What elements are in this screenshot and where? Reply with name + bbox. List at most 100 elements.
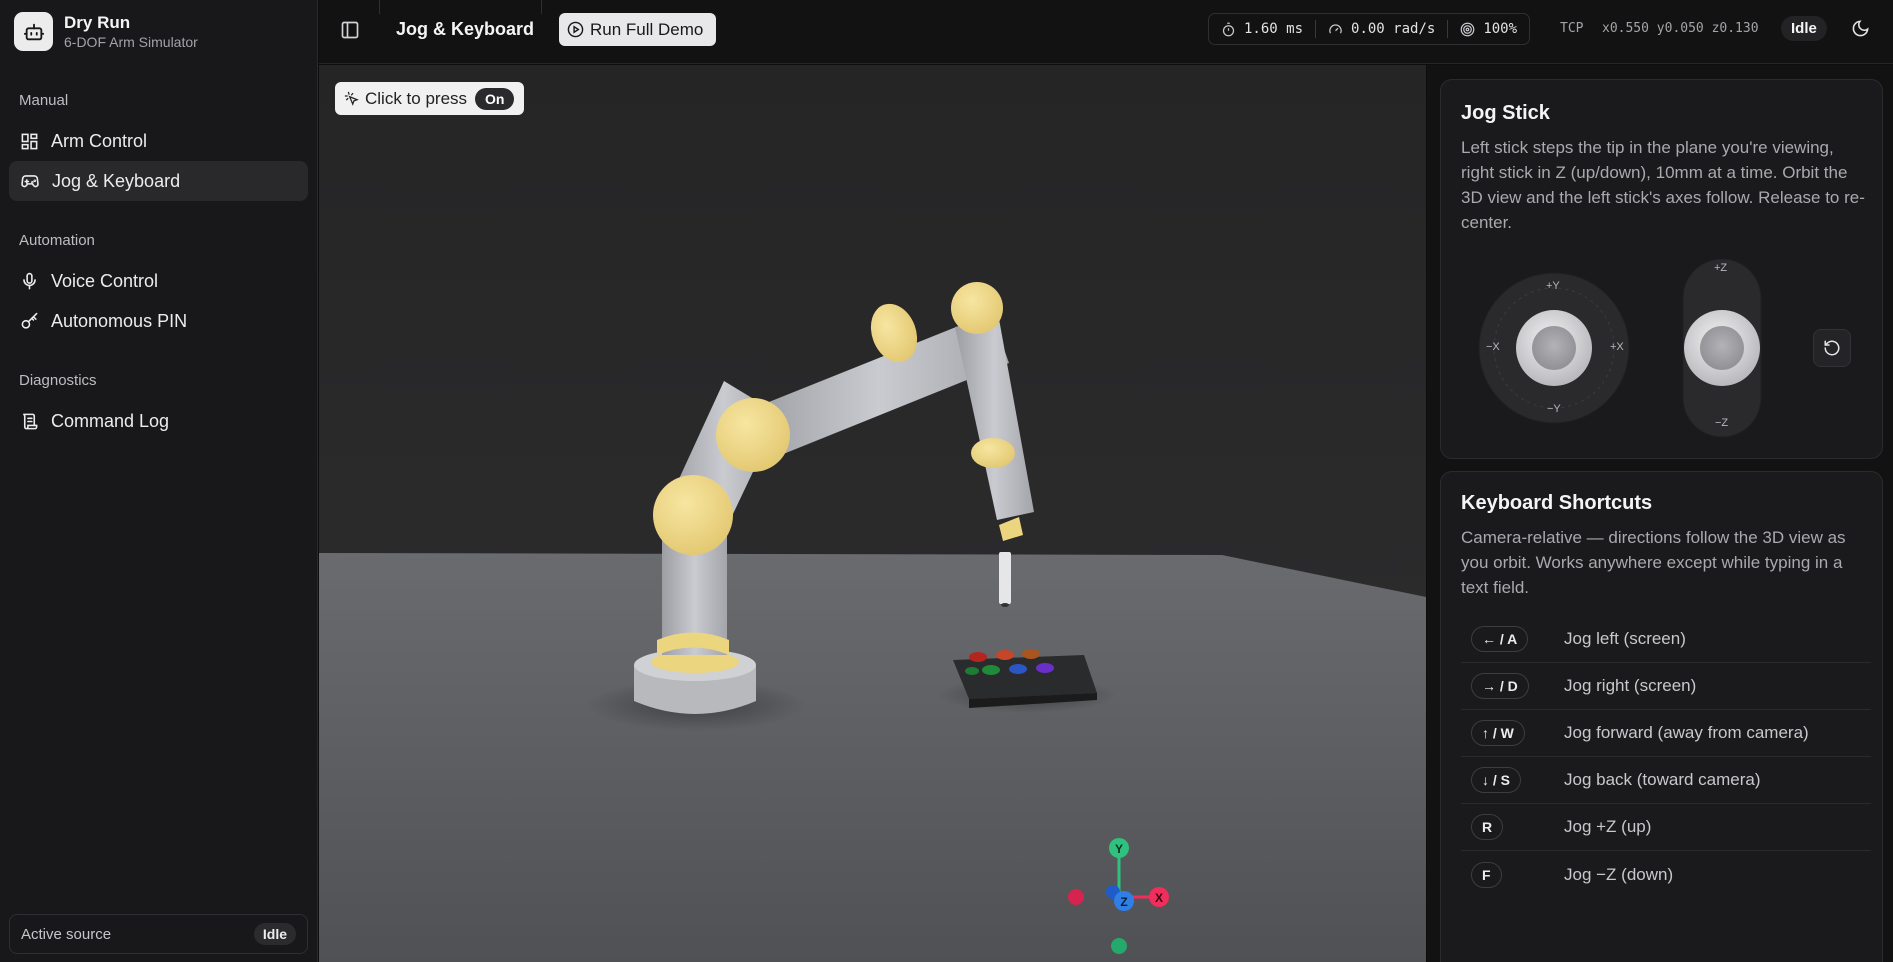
shortcut-row: F Jog −Z (down) — [1461, 851, 1871, 898]
robot-icon — [14, 12, 53, 51]
shortcut-key: ↓ / S — [1471, 767, 1522, 793]
shortcut-description: Jog right (screen) — [1564, 676, 1697, 695]
pointer-click-icon — [344, 91, 359, 106]
keypad-tray — [953, 649, 1097, 708]
shortcut-description: Jog left (screen) — [1564, 629, 1686, 648]
pin-tip — [1001, 603, 1009, 607]
section-label-automation: Automation — [19, 232, 95, 249]
dashboard-icon — [21, 133, 38, 149]
stick-label-minus-x: −X — [1486, 341, 1500, 353]
active-source-label: Active source — [21, 925, 112, 943]
latency-value: 1.60 ms — [1244, 21, 1304, 37]
moon-icon — [1852, 20, 1869, 37]
sidebar-item-label: Arm Control — [51, 130, 148, 151]
robot-scene[interactable]: Y X Z — [319, 65, 1426, 962]
target-icon — [1460, 22, 1475, 36]
shortcut-row: ← / A Jog left (screen) — [1461, 616, 1871, 663]
sidebar-item-label: Jog & Keyboard — [52, 170, 181, 191]
wrist-joint-2 — [971, 438, 1015, 468]
key-icon — [21, 312, 38, 329]
microphone-icon — [23, 272, 36, 289]
status-badge: Idle — [1781, 16, 1827, 41]
robot-3d-viewport[interactable]: Y X Z Click to press On — [319, 65, 1426, 962]
click-to-press-chip[interactable]: Click to press On — [335, 82, 525, 115]
rotate-ccw-icon — [1824, 340, 1840, 356]
stopwatch-icon — [1222, 22, 1235, 36]
run-full-demo-label: Run Full Demo — [590, 19, 704, 39]
run-full-demo-button[interactable]: Run Full Demo — [559, 13, 717, 46]
xy-jog-stick[interactable]: +Y −Y −X +X — [1478, 272, 1630, 424]
gamepad-icon — [21, 174, 39, 187]
app-subtitle: 6-DOF Arm Simulator — [64, 33, 198, 50]
sidebar-panel-icon — [341, 21, 359, 39]
robot-base — [634, 649, 756, 714]
shortcut-key: → / D — [1471, 673, 1529, 699]
shoulder-joint — [653, 475, 733, 555]
sidebar-item-label: Command Log — [51, 410, 170, 431]
shortcut-description: Jog forward (away from camera) — [1564, 723, 1809, 742]
shortcut-description: Jog back (toward camera) — [1564, 770, 1761, 789]
click-to-press-label: Click to press — [365, 88, 468, 108]
stick-label-minus-y: −Y — [1547, 403, 1561, 415]
sidebar-toggle-button[interactable] — [340, 20, 360, 45]
shortcut-description: Jog −Z (down) — [1564, 864, 1674, 884]
velocity-stat: 0.00 rad/s — [1316, 21, 1447, 37]
scroll-icon — [23, 413, 38, 429]
brand[interactable]: Dry Run 6-DOF Arm Simulator — [14, 12, 198, 51]
elbow-joint — [716, 398, 790, 472]
tcp-label: TCP — [1560, 21, 1584, 36]
speed-value: 100% — [1483, 21, 1518, 37]
velocity-value: 0.00 rad/s — [1351, 21, 1436, 37]
active-source-badge: Idle — [253, 923, 296, 945]
stick-label-plus-y: +Y — [1546, 280, 1560, 292]
sidebar-item-voice-control[interactable]: Voice Control — [9, 261, 308, 301]
z-stick-graphic — [1682, 258, 1762, 438]
app-title: Dry Run — [64, 12, 131, 32]
end-effector-pin — [999, 552, 1011, 604]
shortcut-key: F — [1471, 861, 1502, 888]
right-panel: Jog Stick Left stick steps the tip in th… — [1427, 65, 1893, 962]
gizmo-z-label: Z — [1120, 895, 1127, 909]
shortcut-description: Jog +Z (up) — [1564, 817, 1652, 836]
sidebar-item-label: Voice Control — [51, 270, 159, 291]
shortcut-key: ↑ / W — [1471, 720, 1525, 746]
shortcut-row: R Jog +Z (up) — [1461, 804, 1871, 851]
latency-stat: 1.60 ms — [1209, 21, 1315, 37]
sidebar-item-label: Autonomous PIN — [51, 310, 188, 331]
section-label-manual: Manual — [19, 92, 69, 109]
jog-stick-description: Left stick steps the tip in the plane yo… — [1461, 138, 1865, 232]
topbar: Jog & Keyboard Run Full Demo 1.60 ms 0.0… — [319, 0, 1893, 64]
sidebar-item-command-log[interactable]: Command Log — [9, 401, 308, 441]
gizmo-x-label: X — [1155, 891, 1163, 905]
stick-label-plus-x: +X — [1610, 341, 1624, 353]
sidebar-item-autonomous-pin[interactable]: Autonomous PIN — [9, 301, 308, 341]
z-jog-stick[interactable]: +Z −Z — [1682, 258, 1762, 438]
shortcut-row: → / D Jog right (screen) — [1461, 663, 1871, 710]
sidebar-item-arm-control[interactable]: Arm Control — [9, 121, 308, 161]
gizmo-x-neg[interactable] — [1068, 889, 1084, 905]
shortcut-row: ↓ / S Jog back (toward camera) — [1461, 757, 1871, 804]
wrist-joint-1 — [951, 282, 1003, 334]
sidebar: Dry Run 6-DOF Arm Simulator Manual Arm C… — [0, 0, 318, 962]
keyboard-shortcuts-card: Keyboard Shortcuts Camera-relative — dir… — [1440, 471, 1883, 962]
sidebar-item-jog-keyboard[interactable]: Jog & Keyboard — [9, 161, 308, 201]
shortcut-key: ← / A — [1471, 626, 1529, 652]
page-title: Jog & Keyboard — [396, 19, 535, 39]
topbar-divider — [379, 0, 380, 14]
jog-stick-card: Jog Stick Left stick steps the tip in th… — [1440, 79, 1883, 459]
stick-label-plus-z: +Z — [1714, 262, 1728, 274]
play-circle-icon — [567, 21, 584, 38]
stick-label-minus-z: −Z — [1715, 417, 1729, 429]
section-label-diagnostics: Diagnostics — [19, 372, 97, 389]
jog-stick-title: Jog Stick — [1461, 102, 1550, 124]
click-to-press-toggle[interactable]: On — [475, 87, 515, 110]
theme-toggle-button[interactable] — [1851, 19, 1870, 43]
gizmo-y-neg[interactable] — [1111, 938, 1127, 954]
recenter-button[interactable] — [1813, 329, 1851, 367]
speed-stat: 100% — [1448, 21, 1529, 37]
tcp-coordinates: x0.550 y0.050 z0.130 — [1602, 21, 1759, 36]
telemetry-stats: 1.60 ms 0.00 rad/s 100% — [1208, 13, 1531, 45]
keyboard-shortcuts-description: Camera-relative — directions follow the … — [1461, 528, 1846, 597]
gizmo-y-label: Y — [1115, 842, 1123, 856]
active-source: Active source Idle — [9, 914, 308, 954]
